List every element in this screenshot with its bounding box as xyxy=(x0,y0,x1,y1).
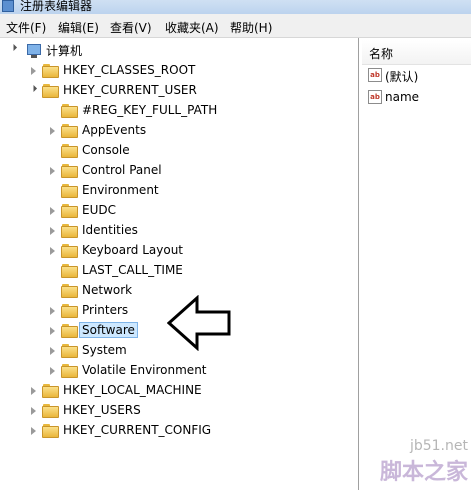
folder-icon xyxy=(61,363,79,378)
folder-icon xyxy=(42,403,60,418)
folder-icon xyxy=(42,423,60,438)
folder-icon xyxy=(61,203,79,218)
tree-node-label: EUDC xyxy=(82,203,116,217)
tree-node-label: HKEY_CURRENT_USER xyxy=(63,83,197,97)
string-value-icon: ab xyxy=(368,90,382,104)
tree-node-label: Printers xyxy=(82,303,129,317)
tree-node-reg-key-full-path[interactable]: #REG_KEY_FULL_PATH xyxy=(0,101,240,121)
tree-node-volatile-environment[interactable]: Volatile Environment xyxy=(0,361,260,381)
folder-icon xyxy=(61,103,79,118)
folder-icon xyxy=(61,183,79,198)
tree-node-label: System xyxy=(82,343,127,357)
folder-icon xyxy=(61,243,79,258)
folder-icon xyxy=(61,303,79,318)
folder-icon xyxy=(61,143,79,158)
tree-node-identities[interactable]: Identities xyxy=(0,221,240,241)
tree-node-label: LAST_CALL_TIME xyxy=(82,263,183,277)
tree-node-label: HKEY_USERS xyxy=(63,403,141,417)
folder-icon xyxy=(61,163,79,178)
tree-node-label: HKEY_CLASSES_ROOT xyxy=(63,63,196,77)
tree-node-hkey-local-machine[interactable]: HKEY_LOCAL_MACHINE xyxy=(0,381,240,401)
folder-icon xyxy=(42,83,60,98)
menu-edit[interactable]: 编辑(E) xyxy=(58,19,99,36)
tree-node-hkey-classes-root[interactable]: HKEY_CLASSES_ROOT xyxy=(0,61,220,81)
tree-node-environment[interactable]: Environment xyxy=(0,181,240,201)
expanded-arrow-icon[interactable] xyxy=(29,84,38,93)
folder-icon xyxy=(61,343,79,358)
menu-file[interactable]: 文件(F) xyxy=(6,19,46,36)
folder-icon xyxy=(42,383,60,398)
folder-icon xyxy=(61,123,79,138)
collapsed-arrow-icon[interactable] xyxy=(31,67,36,75)
tree-node-label: Control Panel xyxy=(82,163,162,177)
tree-node-label: #REG_KEY_FULL_PATH xyxy=(82,103,218,117)
computer-icon xyxy=(27,44,41,58)
tree-node-hkey-current-config[interactable]: HKEY_CURRENT_CONFIG xyxy=(0,421,240,441)
value-name: (默认) xyxy=(385,70,419,84)
tree-node-console[interactable]: Console xyxy=(0,141,240,161)
tree-node-label: 计算机 xyxy=(46,44,83,58)
collapsed-arrow-icon[interactable] xyxy=(50,327,55,335)
folder-icon xyxy=(61,283,79,298)
tree-node-label: Identities xyxy=(82,223,138,237)
registry-tree-pane[interactable]: 计算机 HKEY_CLASSES_ROOT HKEY_CURRENT_USER … xyxy=(0,38,359,490)
tree-node-label-selected: Software xyxy=(79,322,138,338)
collapsed-arrow-icon[interactable] xyxy=(50,307,55,315)
tree-node-label: HKEY_CURRENT_CONFIG xyxy=(63,423,212,437)
collapsed-arrow-icon[interactable] xyxy=(50,367,55,375)
folder-icon xyxy=(61,263,79,278)
tree-node-label: Console xyxy=(82,143,130,157)
collapsed-arrow-icon[interactable] xyxy=(31,387,36,395)
collapsed-arrow-icon[interactable] xyxy=(50,347,55,355)
folder-icon xyxy=(61,223,79,238)
tree-node-label: HKEY_LOCAL_MACHINE xyxy=(63,383,202,397)
string-value-icon: ab xyxy=(368,68,382,82)
value-name: name xyxy=(385,90,420,104)
tree-node-eudc[interactable]: EUDC xyxy=(0,201,240,221)
collapsed-arrow-icon[interactable] xyxy=(31,407,36,415)
tree-node-control-panel[interactable]: Control Panel xyxy=(0,161,240,181)
site-watermark: jb51.net 脚本之家 xyxy=(370,438,468,488)
collapsed-arrow-icon[interactable] xyxy=(50,207,55,215)
column-header-name[interactable]: 名称 xyxy=(362,40,471,65)
tree-node-computer[interactable]: 计算机 xyxy=(0,40,200,60)
folder-icon xyxy=(61,323,79,338)
values-list-pane[interactable]: 名称 ab (默认) ab name xyxy=(362,38,471,490)
collapsed-arrow-icon[interactable] xyxy=(50,227,55,235)
regedit-app-icon xyxy=(2,0,14,12)
menu-help[interactable]: 帮助(H) xyxy=(230,19,272,36)
folder-icon xyxy=(42,63,60,78)
tree-node-label: Keyboard Layout xyxy=(82,243,184,257)
menu-bar: 文件(F) 编辑(E) 查看(V) 收藏夹(A) 帮助(H) xyxy=(0,14,471,38)
menu-favorites[interactable]: 收藏夹(A) xyxy=(165,19,219,36)
collapsed-arrow-icon[interactable] xyxy=(50,127,55,135)
column-header-label: 名称 xyxy=(369,47,394,61)
left-arrow-annotation-icon xyxy=(167,295,231,351)
tree-node-label: Environment xyxy=(82,183,159,197)
watermark-site: jb51.net xyxy=(409,438,468,454)
tree-node-hkey-current-user[interactable]: HKEY_CURRENT_USER xyxy=(0,81,220,101)
tree-node-label: Volatile Environment xyxy=(82,363,207,377)
collapsed-arrow-icon[interactable] xyxy=(31,427,36,435)
title-bar: 注册表编辑器 xyxy=(0,0,471,14)
collapsed-arrow-icon[interactable] xyxy=(50,167,55,175)
tree-node-last-call-time[interactable]: LAST_CALL_TIME xyxy=(0,261,240,281)
window-title: 注册表编辑器 xyxy=(20,0,93,13)
tree-node-hkey-users[interactable]: HKEY_USERS xyxy=(0,401,240,421)
menu-view[interactable]: 查看(V) xyxy=(110,19,152,36)
expanded-arrow-icon[interactable] xyxy=(9,43,18,52)
tree-node-appevents[interactable]: AppEvents xyxy=(0,121,240,141)
tree-node-label: AppEvents xyxy=(82,123,147,137)
tree-node-label: Network xyxy=(82,283,133,297)
collapsed-arrow-icon[interactable] xyxy=(50,247,55,255)
watermark-brand: 脚本之家 xyxy=(379,460,468,485)
tree-node-keyboard-layout[interactable]: Keyboard Layout xyxy=(0,241,240,261)
